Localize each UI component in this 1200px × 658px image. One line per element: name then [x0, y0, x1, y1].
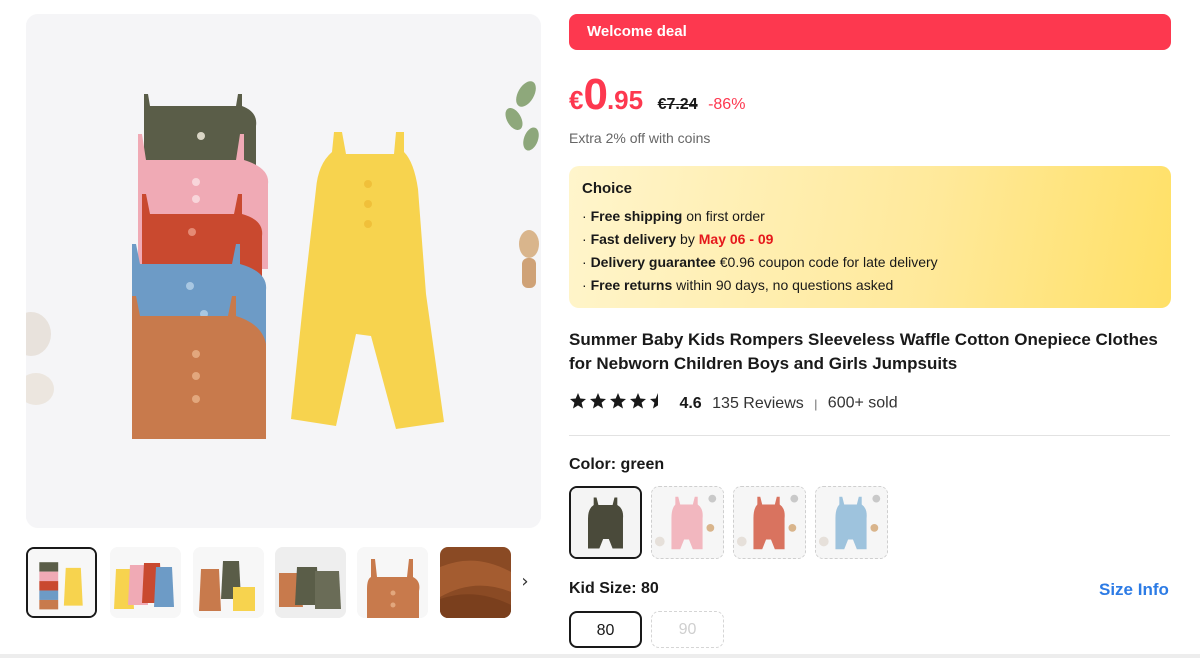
bullet: ·	[582, 208, 587, 224]
benefit-label: Delivery guarantee	[590, 254, 716, 270]
benefit-label: Fast delivery	[590, 231, 677, 247]
choice-benefits-box: Choice · Free shipping on first order · …	[569, 166, 1171, 308]
reviews-link[interactable]: 135 Reviews	[712, 395, 804, 412]
size-option-80[interactable]: 80	[569, 611, 642, 648]
thumbnail-6[interactable]	[440, 547, 511, 618]
rating-row: 4.6 135 Reviews | 600+ sold	[569, 392, 898, 414]
thumbnail-image	[275, 547, 346, 618]
rating-score: 4.6	[679, 394, 702, 412]
price-decimal: .95	[606, 85, 644, 115]
price-integer: 0	[583, 70, 608, 119]
bullet: ·	[582, 231, 587, 247]
page-bottom-border	[0, 654, 1200, 658]
swatch-green[interactable]	[569, 486, 642, 559]
thumbnail-image	[357, 547, 428, 618]
product-title: Summer Baby Kids Rompers Sleeveless Waff…	[569, 330, 1158, 373]
price-row: €0.95 €7.24 -86%	[569, 70, 746, 119]
bullet: ·	[582, 277, 587, 293]
delivery-date: May 06 - 09	[698, 231, 774, 247]
size-option-90[interactable]: 90	[651, 611, 724, 648]
benefit-label: Free returns	[590, 277, 673, 293]
product-photo-rompers	[26, 14, 541, 528]
benefit-text: by	[676, 231, 699, 247]
thumbnail-3[interactable]	[193, 547, 264, 618]
color-label: Color: green	[569, 456, 665, 473]
stars-icon	[570, 393, 658, 409]
benefit-free-returns: · Free returns within 90 days, no questi…	[582, 274, 1158, 297]
thumbnail-strip: ›	[26, 547, 541, 620]
benefit-text: within 90 days, no questions asked	[672, 277, 894, 293]
benefit-text: €0.96 coupon code for late delivery	[715, 254, 938, 270]
thumbnail-1[interactable]	[26, 547, 97, 618]
thumbnail-4[interactable]	[275, 547, 346, 618]
thumbnail-image	[110, 547, 181, 618]
swatch-blue[interactable]	[815, 486, 888, 559]
discount-percent: -86%	[708, 96, 746, 113]
main-product-image[interactable]	[26, 14, 541, 528]
coins-note: Extra 2% off with coins	[569, 130, 711, 146]
swatch-image	[652, 487, 723, 558]
divider	[569, 435, 1170, 436]
bullet: ·	[582, 254, 587, 270]
sold-count: 600+ sold	[827, 394, 898, 412]
swatch-image	[816, 487, 887, 558]
benefit-fast-delivery: · Fast delivery by May 06 - 09	[582, 228, 1158, 251]
swatch-red[interactable]	[733, 486, 806, 559]
thumbnail-image	[28, 549, 95, 616]
chevron-right-icon[interactable]: ›	[512, 567, 538, 597]
star-rating	[569, 392, 667, 415]
size-info-link[interactable]: Size Info	[1099, 580, 1169, 600]
benefit-text: on first order	[682, 208, 765, 224]
swatch-image	[734, 487, 805, 558]
original-price: €7.24	[657, 96, 698, 113]
thumbnail-2[interactable]	[110, 547, 181, 618]
thumbnail-image	[440, 547, 511, 618]
swatch-pink[interactable]	[651, 486, 724, 559]
price-currency: €	[569, 85, 584, 115]
thumbnail-image	[193, 547, 264, 618]
choice-title: Choice	[582, 180, 633, 197]
thumbnail-5[interactable]	[357, 547, 428, 618]
benefit-free-shipping: · Free shipping on first order	[582, 205, 1158, 228]
separator: |	[814, 396, 818, 411]
benefit-label: Free shipping	[590, 208, 683, 224]
welcome-deal-banner: Welcome deal	[569, 14, 1171, 50]
size-label: Kid Size: 80	[569, 580, 659, 597]
benefit-delivery-guarantee: · Delivery guarantee €0.96 coupon code f…	[582, 251, 1158, 274]
swatch-image	[571, 488, 640, 557]
